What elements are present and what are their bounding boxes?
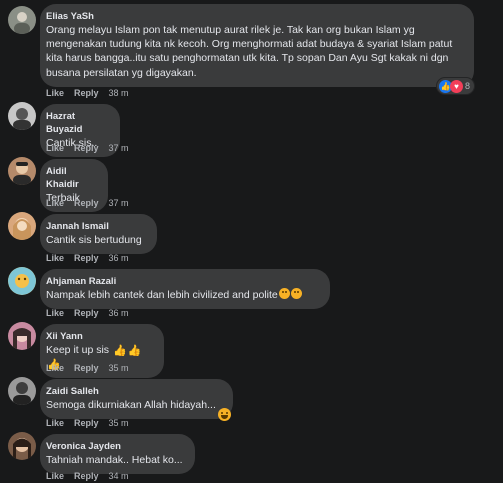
thumbs-up-emoji-icon: 👍 <box>127 345 142 357</box>
reaction-count: 8 <box>465 81 471 91</box>
comment-bubble: Veronica Jayden Tahniah mandak.. Hebat k… <box>40 434 195 475</box>
like-button[interactable]: Like <box>46 363 64 373</box>
comment-actions: Like Reply 35 m <box>46 417 129 429</box>
comment-author[interactable]: Xii Yann <box>46 330 154 343</box>
avatar[interactable] <box>8 157 36 185</box>
comment-author[interactable]: Ahjaman Razali <box>46 275 320 288</box>
avatar[interactable] <box>8 102 36 130</box>
comment-author[interactable]: Hazrat Buyazid <box>46 110 110 136</box>
comment-actions: Like Reply 36 m <box>46 252 129 264</box>
comment-actions: Like Reply 35 m <box>46 362 129 374</box>
like-button[interactable]: Like <box>46 418 64 428</box>
comment-time[interactable]: 37 m <box>109 143 129 153</box>
comment-time[interactable]: 38 m <box>109 88 129 98</box>
comment-text: Nampak lebih cantek dan lebih civilized … <box>46 288 320 302</box>
thumbs-up-emoji-icon: 👍 <box>112 345 127 357</box>
comment-author[interactable]: Elias YaSh <box>46 10 464 23</box>
reply-button[interactable]: Reply <box>74 418 99 428</box>
comment-text-body: Nampak lebih cantek dan lebih civilized … <box>46 289 278 301</box>
avatar[interactable] <box>8 432 36 460</box>
reply-button[interactable]: Reply <box>74 198 99 208</box>
comment-author[interactable]: Veronica Jayden <box>46 440 185 453</box>
crying-face-emoji-icon <box>278 288 290 299</box>
reply-button[interactable]: Reply <box>74 253 99 263</box>
comment-time[interactable]: 36 m <box>109 253 129 263</box>
comment-text: Tahniah mandak.. Hebat ko... <box>46 454 183 466</box>
reply-button[interactable]: Reply <box>74 143 99 153</box>
comment-actions: Like Reply 38 m <box>46 87 129 99</box>
comment-author[interactable]: Zaidi Salleh <box>46 385 223 398</box>
avatar[interactable] <box>8 267 36 295</box>
like-button[interactable]: Like <box>46 253 64 263</box>
comment-text: Orang melayu Islam pon tak menutup aurat… <box>46 24 453 79</box>
comment-time[interactable]: 36 m <box>109 308 129 318</box>
comment-text-body: Keep it up sis <box>46 344 110 356</box>
like-button[interactable]: Like <box>46 143 64 153</box>
comment-text: Semoga dikurniakan Allah hidayah... <box>46 399 216 411</box>
avatar[interactable] <box>8 6 36 34</box>
comment-author[interactable]: Jannah Ismail <box>46 220 147 233</box>
grinning-face-emoji-icon <box>218 408 231 421</box>
comment-time[interactable]: 35 m <box>109 418 129 428</box>
like-button[interactable]: Like <box>46 471 64 481</box>
avatar[interactable] <box>8 322 36 350</box>
comment-actions: Like Reply 36 m <box>46 307 129 319</box>
like-button[interactable]: Like <box>46 198 64 208</box>
reply-button[interactable]: Reply <box>74 363 99 373</box>
comment-bubble: Zaidi Salleh Semoga dikurniakan Allah hi… <box>40 379 233 420</box>
reply-button[interactable]: Reply <box>74 88 99 98</box>
reply-button[interactable]: Reply <box>74 308 99 318</box>
flushed-face-emoji-icon <box>290 288 302 299</box>
comment-actions: Like Reply 37 m <box>46 142 129 154</box>
comment-bubble: Jannah Ismail Cantik sis bertudung <box>40 214 157 255</box>
comment-bubble: Ahjaman Razali Nampak lebih cantek dan l… <box>40 269 330 310</box>
comment-bubble: Elias YaSh Orang melayu Islam pon tak me… <box>40 4 474 87</box>
comment-time[interactable]: 37 m <box>109 198 129 208</box>
avatar[interactable] <box>8 377 36 405</box>
avatar[interactable] <box>8 212 36 240</box>
like-button[interactable]: Like <box>46 88 64 98</box>
comment-actions: Like Reply 34 m <box>46 470 129 482</box>
comment-text: Cantik sis bertudung <box>46 234 142 246</box>
comment-author[interactable]: Aidil Khaidir <box>46 165 98 191</box>
love-reaction-icon: ♥ <box>450 79 463 93</box>
reply-button[interactable]: Reply <box>74 471 99 481</box>
comment-time[interactable]: 34 m <box>109 471 129 481</box>
comment-actions: Like Reply 37 m <box>46 197 129 209</box>
like-button[interactable]: Like <box>46 308 64 318</box>
comment-time[interactable]: 35 m <box>109 363 129 373</box>
reaction-summary[interactable]: 👍 ♥ 8 <box>436 77 476 95</box>
